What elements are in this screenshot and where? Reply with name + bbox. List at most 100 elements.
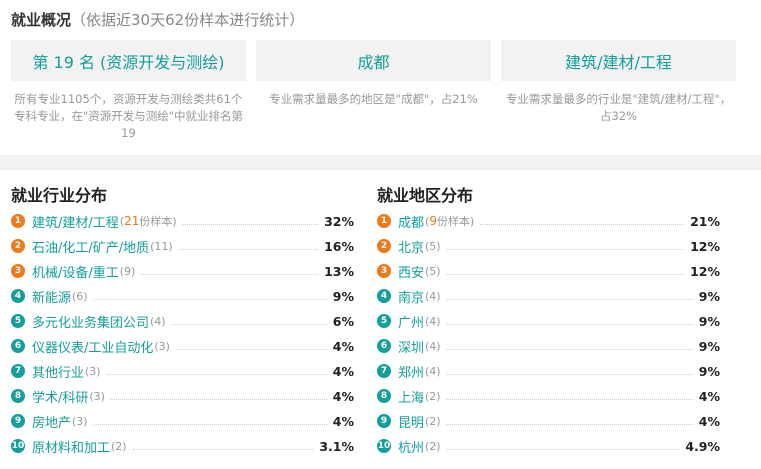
rank-badge: 1 [11, 214, 25, 228]
region-name[interactable]: 昆明 [398, 412, 424, 431]
region-percent: 9% [698, 363, 720, 379]
region-name[interactable]: 深圳 [398, 337, 424, 356]
region-name[interactable]: 杭州 [398, 437, 424, 456]
sample-count-number: 9 [429, 214, 437, 228]
industry-percent: 13% [324, 263, 354, 279]
region-name[interactable]: 北京 [398, 237, 424, 256]
rank-badge: 7 [11, 364, 25, 378]
overview-desc-top-industry: 专业需求量最多的行业是"建筑/建材/工程"，占32% [505, 92, 732, 123]
dotted-leader [171, 323, 327, 325]
industry-row: 9 房地产 (3) 4% [11, 410, 354, 432]
overview-heading: 就业概况（依据近30天62份样本进行统计） [11, 9, 304, 30]
rank-badge: 8 [377, 389, 391, 403]
region-percent: 21% [690, 213, 720, 229]
overview-card-top-industry: 建筑/建材/工程 [501, 40, 736, 81]
industry-name[interactable]: 其他行业 [32, 362, 84, 381]
sample-count: (3) [72, 414, 88, 428]
region-name[interactable]: 郑州 [398, 362, 424, 381]
industry-name[interactable]: 机械/设备/重工 [32, 262, 119, 281]
region-percent: 12% [690, 263, 720, 279]
rank-badge: 1 [377, 214, 391, 228]
region-row: 8 上海 (2) 4% [377, 385, 720, 407]
industry-percent: 6% [332, 313, 354, 329]
rank-badge: 3 [11, 264, 25, 278]
dotted-leader [446, 448, 680, 450]
region-percent: 9% [698, 313, 720, 329]
overview-desc-rank: 所有专业1105个，资源开发与测绘类共61个专科专业，在"资源开发与测绘"中就业… [13, 92, 244, 140]
industry-name[interactable]: 新能源 [32, 287, 71, 306]
dotted-leader [446, 323, 693, 325]
overview-card-top-region: 成都 [256, 40, 491, 81]
region-title: 就业地区分布 [377, 186, 474, 205]
dotted-leader [182, 223, 319, 225]
rank-badge: 10 [377, 439, 391, 453]
dotted-leader [175, 348, 327, 350]
industry-percent: 4% [332, 338, 354, 354]
overview-note: （依据近30天62份样本进行统计） [71, 11, 305, 29]
rank-badge: 10 [11, 439, 25, 453]
industry-name[interactable]: 房地产 [32, 412, 71, 431]
rank-badge: 2 [11, 239, 25, 253]
sample-count: (4) [425, 364, 441, 378]
dotted-leader [446, 273, 685, 275]
sample-count: (11) [150, 239, 173, 253]
distribution-section: 就业行业分布 1 建筑/建材/工程 (21份样本) 32% 2 石油/化工/矿产… [0, 170, 761, 469]
sample-count: (2) [111, 439, 127, 453]
industry-name[interactable]: 建筑/建材/工程 [32, 212, 119, 231]
region-row: 4 南京 (4) 9% [377, 285, 720, 307]
sample-count: (2) [425, 439, 441, 453]
overview-section: 就业概况（依据近30天62份样本进行统计） 第 19 名 (资源开发与测绘) 成… [0, 0, 761, 155]
industry-name[interactable]: 石油/化工/矿产/地质 [32, 237, 149, 256]
region-name[interactable]: 西安 [398, 262, 424, 281]
rank-badge: 9 [11, 414, 25, 428]
industry-name[interactable]: 原材料和加工 [32, 437, 110, 456]
overview-card-rank: 第 19 名 (资源开发与测绘) [11, 40, 246, 81]
sample-count: (6) [72, 289, 88, 303]
industry-name[interactable]: 多元化业务集团公司 [32, 312, 149, 331]
region-row: 10 杭州 (2) 4.9% [377, 435, 720, 457]
industry-row: 3 机械/设备/重工 (9) 13% [11, 260, 354, 282]
industry-row: 2 石油/化工/矿产/地质 (11) 16% [11, 235, 354, 257]
industry-percent: 9% [332, 288, 354, 304]
industry-name[interactable]: 学术/科研 [32, 387, 88, 406]
dotted-leader [106, 373, 327, 375]
rank-badge: 2 [377, 239, 391, 253]
rank-badge: 4 [11, 289, 25, 303]
dotted-leader [446, 248, 685, 250]
sample-count: (4) [150, 314, 166, 328]
industry-percent: 32% [324, 213, 354, 229]
rank-badge: 4 [377, 289, 391, 303]
rank-badge: 5 [11, 314, 25, 328]
industry-name[interactable]: 仪器仪表/工业自动化 [32, 337, 153, 356]
overview-title: 就业概况 [11, 11, 72, 29]
region-row: 6 深圳 (4) 9% [377, 335, 720, 357]
industry-row: 4 新能源 (6) 9% [11, 285, 354, 307]
rank-badge: 6 [11, 339, 25, 353]
industry-percent: 4% [332, 363, 354, 379]
region-name[interactable]: 上海 [398, 387, 424, 406]
industry-row: 7 其他行业 (3) 4% [11, 360, 354, 382]
sample-count: (3) [85, 364, 101, 378]
overview-desc-top-region: 专业需求量最多的地区是"成都"，占21% [269, 92, 478, 106]
industry-row: 10 原材料和加工 (2) 3.1% [11, 435, 354, 457]
sample-count-number: 21 [124, 214, 140, 228]
sample-count: (3) [89, 389, 105, 403]
sample-count-suffix: 份样本 [139, 215, 173, 228]
dotted-leader [446, 373, 693, 375]
sample-count: (9) [119, 264, 136, 278]
sample-count: (4) [425, 339, 441, 353]
industry-percent: 16% [324, 238, 354, 254]
industry-percent: 4% [332, 388, 354, 404]
dotted-leader [178, 248, 319, 250]
industry-percent: 4% [332, 413, 354, 429]
region-percent: 9% [698, 338, 720, 354]
industry-row: 1 建筑/建材/工程 (21份样本) 32% [11, 210, 354, 232]
region-row: 2 北京 (5) 12% [377, 235, 720, 257]
dotted-leader [446, 423, 693, 425]
region-name[interactable]: 南京 [398, 287, 424, 306]
region-name[interactable]: 成都 [398, 212, 424, 231]
industry-row: 5 多元化业务集团公司 (4) 6% [11, 310, 354, 332]
dotted-leader [93, 423, 327, 425]
dotted-leader [141, 273, 319, 275]
region-name[interactable]: 广州 [398, 312, 424, 331]
